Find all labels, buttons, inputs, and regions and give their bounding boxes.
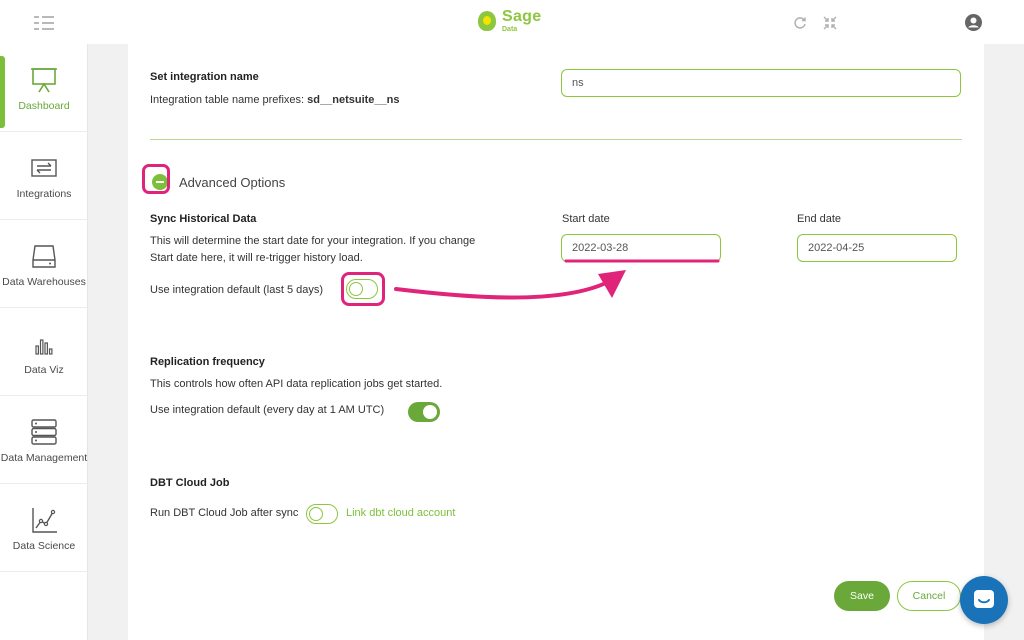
menu-toggle-icon[interactable] [34,16,54,30]
brand-logo[interactable]: Sage Data [478,8,541,34]
top-bar: Sage Data [0,0,1024,44]
dashboard-icon [31,68,57,93]
dbt-heading: DBT Cloud Job [150,477,230,489]
sidebar-item-label: Integrations [16,188,72,200]
replication-default-label: Use integration default (every day at 1 … [150,404,385,416]
logo-mark-icon [478,11,496,31]
sidebar-item-data-science[interactable]: Data Science [0,484,88,572]
sidebar-item-label: Data Warehouses [2,276,86,288]
replication-description: This controls how often API data replica… [150,378,443,390]
collapse-icon[interactable] [822,15,838,31]
prefix-value: sd__netsuite__ns [307,94,400,106]
sync-default-label: Use integration default (last 5 days) [150,284,324,296]
user-icon[interactable] [965,14,982,31]
sync-toggle-highlight [341,272,385,306]
data-viz-icon [35,339,53,355]
sidebar-item-integrations[interactable]: Integrations [0,132,88,220]
integration-name-heading: Set integration name [150,71,259,83]
integrations-icon [31,159,57,177]
end-date-input[interactable]: 2022-04-25 [797,234,957,262]
dbt-run-label: Run DBT Cloud Job after sync [150,507,299,519]
link-dbt-account[interactable]: Link dbt cloud account [346,507,455,519]
advanced-options-label[interactable]: Advanced Options [179,175,285,190]
start-date-input[interactable]: 2022-03-28 [561,234,721,262]
integration-name-input[interactable]: ns [561,69,961,97]
sidebar-item-data-management[interactable]: Data Management [0,396,88,484]
sync-heading: Sync Historical Data [150,213,257,225]
prefix-line: Integration table name prefixes: sd__net… [150,92,399,108]
brand-name: Sage [502,8,542,25]
brand-sub: Data [502,26,518,33]
integration-settings-card: Set integration name Integration table n… [128,44,984,640]
sidebar-item-dashboard[interactable]: Dashboard [0,44,88,132]
end-date-label: End date [797,213,842,225]
sync-description-line1: This will determine the start date for y… [150,235,476,247]
refresh-icon[interactable] [792,15,808,31]
sidebar-item-label: Dashboard [18,100,70,112]
advanced-options-highlight [142,164,170,194]
sidebar-item-label: Data Viz [24,364,64,376]
sidebar-item-label: Data Science [12,540,76,552]
dbt-run-toggle[interactable] [306,504,338,524]
replication-heading: Replication frequency [150,356,265,368]
sidebar-item-data-warehouses[interactable]: Data Warehouses [0,220,88,308]
sync-description-line2: Start date here, it will re-trigger hist… [150,252,363,264]
sidebar: Dashboard Integrations Data Warehouses D… [0,44,88,640]
start-date-label: Start date [562,213,610,225]
save-button[interactable]: Save [834,581,890,611]
sidebar-item-data-viz[interactable]: Data Viz [0,308,88,396]
chat-icon [974,590,994,608]
divider [150,139,962,140]
data-management-icon [31,419,57,445]
data-warehouse-icon [32,245,56,268]
data-science-icon [32,508,57,533]
chat-widget-button[interactable] [960,576,1008,624]
prefix-label: Integration table name prefixes: [150,94,305,106]
replication-default-toggle[interactable] [408,402,440,422]
sidebar-item-label: Data Management [0,452,88,464]
cancel-button[interactable]: Cancel [897,581,961,611]
